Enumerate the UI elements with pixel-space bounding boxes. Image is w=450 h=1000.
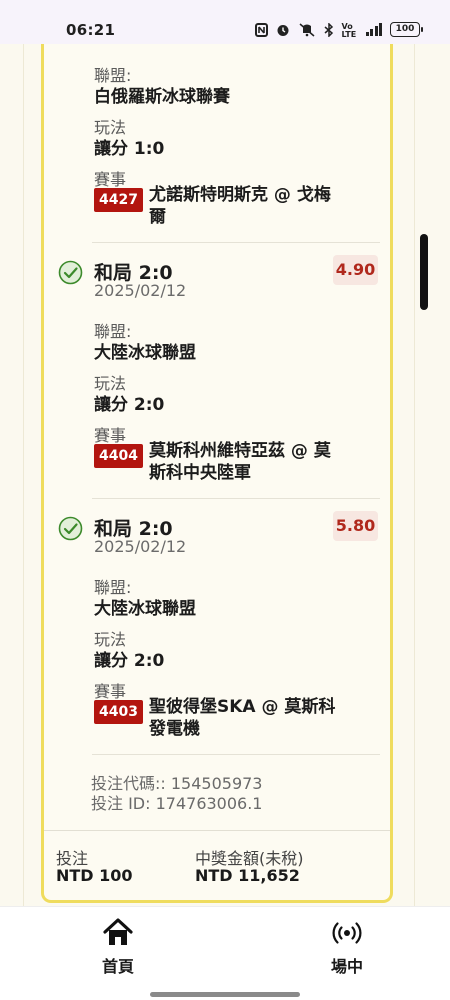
bluetooth-icon [324, 22, 333, 37]
bet-date: 2025/02/12 [94, 537, 187, 556]
nav-home-label: 首頁 [101, 957, 134, 976]
status-time: 06:21 [66, 21, 116, 39]
divider [92, 242, 380, 243]
match-name: 尤諾斯特明斯克 @ 戈梅爾 [149, 185, 331, 227]
home-icon [103, 918, 133, 945]
bet-slip-card: 聯盟: 白俄羅斯冰球聯賽 玩法 讓分 1:0 賽事 4427 尤諾斯特明斯克 @… [41, 44, 393, 903]
play-value: 讓分 1:0 [94, 139, 165, 159]
left-rail [0, 44, 24, 906]
play-value: 讓分 2:0 [94, 651, 165, 671]
summary-divider [44, 830, 390, 831]
league-value: 白俄羅斯冰球聯賽 [94, 87, 230, 107]
nav-home[interactable]: 首頁 [78, 917, 158, 977]
play-value: 讓分 2:0 [94, 395, 165, 415]
divider [92, 754, 380, 755]
signal-icon [365, 23, 382, 36]
vibrate-icon [299, 22, 314, 37]
alarm-icon [277, 24, 288, 36]
live-broadcast-icon [332, 922, 362, 944]
payout-value: NTD 11,652 [195, 866, 300, 885]
match-code-badge: 4427 [94, 188, 143, 212]
match-name: 聖彼得堡SKA @ 莫斯科發電機 [149, 697, 336, 739]
volte-icon: Vo LTE [341, 21, 357, 39]
nfc-icon [254, 22, 268, 37]
bet-id: 投注 ID: 174763006.1 [91, 794, 263, 813]
divider [92, 498, 380, 499]
right-rail [414, 44, 450, 906]
scrollbar[interactable] [420, 234, 428, 310]
check-circle-icon [58, 516, 83, 541]
bet-date: 2025/02/12 [94, 281, 187, 300]
bottom-nav: 首頁 場中 [0, 906, 450, 1000]
check-circle-icon [58, 260, 83, 285]
bet-detail-page: 聯盟: 白俄羅斯冰球聯賽 玩法 讓分 1:0 賽事 4427 尤諾斯特明斯克 @… [0, 44, 450, 906]
gesture-home-indicator[interactable] [150, 992, 300, 997]
odds-badge: 5.80 [333, 511, 378, 541]
status-icons: Vo LTE 100 [254, 21, 423, 39]
status-bar: 06:21 Vo LTE 100 [0, 0, 450, 44]
league-value: 大陸冰球聯盟 [94, 599, 196, 619]
nav-live[interactable]: 場中 [307, 917, 387, 977]
battery-icon: 100 [390, 22, 423, 37]
match-code-badge: 4403 [94, 700, 143, 724]
league-value: 大陸冰球聯盟 [94, 343, 196, 363]
match-row[interactable]: 4403 聖彼得堡SKA @ 莫斯科發電機 [94, 696, 344, 740]
match-row[interactable]: 4404 莫斯科州維特亞茲 @ 莫斯科中央陸軍 [94, 440, 344, 484]
match-code-badge: 4404 [94, 444, 143, 468]
match-row[interactable]: 4427 尤諾斯特明斯克 @ 戈梅爾 [94, 184, 344, 228]
stake-value: NTD 100 [56, 866, 133, 885]
match-name: 莫斯科州維特亞茲 @ 莫斯科中央陸軍 [149, 441, 331, 483]
odds-badge: 4.90 [333, 255, 378, 285]
nav-live-label: 場中 [330, 957, 363, 976]
